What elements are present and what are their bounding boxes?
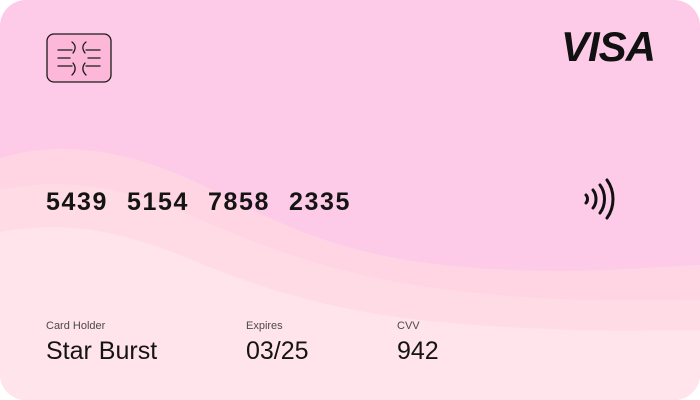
credit-card: VISA 5439 5154 7858 2335 Card Holder Sta… — [0, 0, 700, 400]
cvv-value: 942 — [397, 337, 439, 365]
expires-value: 03/25 — [246, 337, 309, 365]
card-number-group: 2335 — [289, 188, 352, 216]
card-number-group: 7858 — [208, 188, 271, 216]
chip-icon — [46, 33, 112, 83]
card-holder-field: Card Holder Star Burst — [46, 320, 157, 366]
cvv-label: CVV — [397, 320, 420, 332]
expires-field: Expires 03/25 — [246, 320, 309, 366]
card-number-group: 5439 — [46, 188, 109, 216]
card-number-group: 5154 — [127, 188, 190, 216]
card-holder-label: Card Holder — [46, 320, 106, 332]
visa-logo: VISA — [560, 23, 656, 70]
cvv-field: CVV 942 — [397, 320, 439, 366]
card-number: 5439 5154 7858 2335 — [46, 188, 351, 217]
contactless-icon — [584, 178, 615, 220]
card-holder-name: Star Burst — [46, 337, 158, 365]
expires-label: Expires — [246, 320, 283, 332]
